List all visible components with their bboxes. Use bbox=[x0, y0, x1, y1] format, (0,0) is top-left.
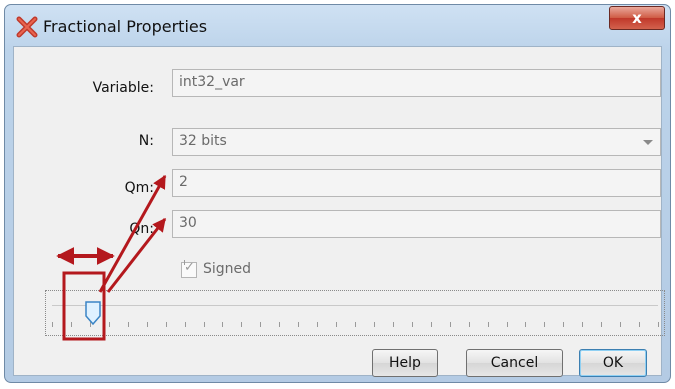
signed-label: Signed bbox=[203, 261, 252, 277]
slider-tick bbox=[563, 322, 564, 327]
slider-tick bbox=[204, 322, 205, 327]
slider-tick bbox=[469, 322, 470, 327]
slider-tick bbox=[166, 322, 167, 327]
signed-checkbox[interactable]: ✓ bbox=[181, 260, 197, 278]
slider-tick bbox=[336, 322, 337, 327]
qn-label: Qn: bbox=[129, 221, 154, 237]
qn-field[interactable]: 30 bbox=[172, 210, 661, 238]
slider-tick bbox=[374, 322, 375, 327]
window-title: Fractional Properties bbox=[43, 17, 208, 36]
slider-tick bbox=[525, 322, 526, 327]
variable-value: int32_var bbox=[179, 74, 245, 90]
combo-arrow-icon[interactable] bbox=[643, 140, 653, 145]
help-button[interactable]: Help bbox=[372, 349, 438, 377]
close-icon: x bbox=[632, 9, 642, 27]
slider-tick bbox=[639, 322, 640, 327]
slider-tick bbox=[355, 322, 356, 327]
slider-tick bbox=[544, 322, 545, 327]
n-select[interactable]: 32 bits bbox=[172, 128, 661, 156]
slider-tick bbox=[147, 322, 148, 327]
title-bar[interactable]: Fractional Properties x bbox=[5, 5, 670, 45]
checkmark-icon: ✓ bbox=[184, 260, 195, 275]
ok-button[interactable]: OK bbox=[579, 349, 647, 377]
slider-tick bbox=[488, 322, 489, 327]
slider-tick bbox=[412, 322, 413, 327]
slider-tick bbox=[298, 322, 299, 327]
cancel-button[interactable]: Cancel bbox=[466, 349, 563, 377]
slider-tick bbox=[620, 322, 621, 327]
dialog-content: Variable: int32_var N: 32 bits Qm: 2 Qn:… bbox=[13, 46, 665, 377]
qn-value: 30 bbox=[179, 215, 197, 231]
variable-field: int32_var bbox=[172, 69, 661, 97]
slider-tick bbox=[507, 322, 508, 327]
slider-line bbox=[52, 305, 658, 306]
n-label: N: bbox=[138, 133, 154, 149]
slider-tick bbox=[279, 322, 280, 327]
slider-tick bbox=[260, 322, 261, 327]
dialog-window: Fractional Properties x Variable: int32_… bbox=[4, 4, 671, 383]
slider-tick bbox=[52, 322, 53, 327]
variable-label: Variable: bbox=[92, 80, 154, 96]
slider-tick bbox=[601, 322, 602, 327]
qm-value: 2 bbox=[179, 174, 188, 190]
q-format-slider[interactable] bbox=[45, 290, 665, 336]
app-x-icon bbox=[16, 16, 38, 38]
slider-thumb-icon[interactable] bbox=[85, 301, 101, 325]
slider-tick bbox=[222, 322, 223, 327]
close-button[interactable]: x bbox=[609, 6, 665, 30]
n-value: 32 bits bbox=[179, 133, 227, 149]
qm-field[interactable]: 2 bbox=[172, 169, 661, 197]
slider-tick bbox=[431, 322, 432, 327]
slider-tick bbox=[241, 322, 242, 327]
slider-tick bbox=[393, 322, 394, 327]
slider-tick bbox=[128, 322, 129, 327]
slider-tick bbox=[582, 322, 583, 327]
slider-tick bbox=[317, 322, 318, 327]
slider-tick bbox=[71, 322, 72, 327]
qm-label: Qm: bbox=[124, 180, 154, 196]
slider-tick bbox=[450, 322, 451, 327]
slider-tick bbox=[109, 322, 110, 327]
slider-tick bbox=[185, 322, 186, 327]
slider-tick bbox=[658, 322, 659, 327]
